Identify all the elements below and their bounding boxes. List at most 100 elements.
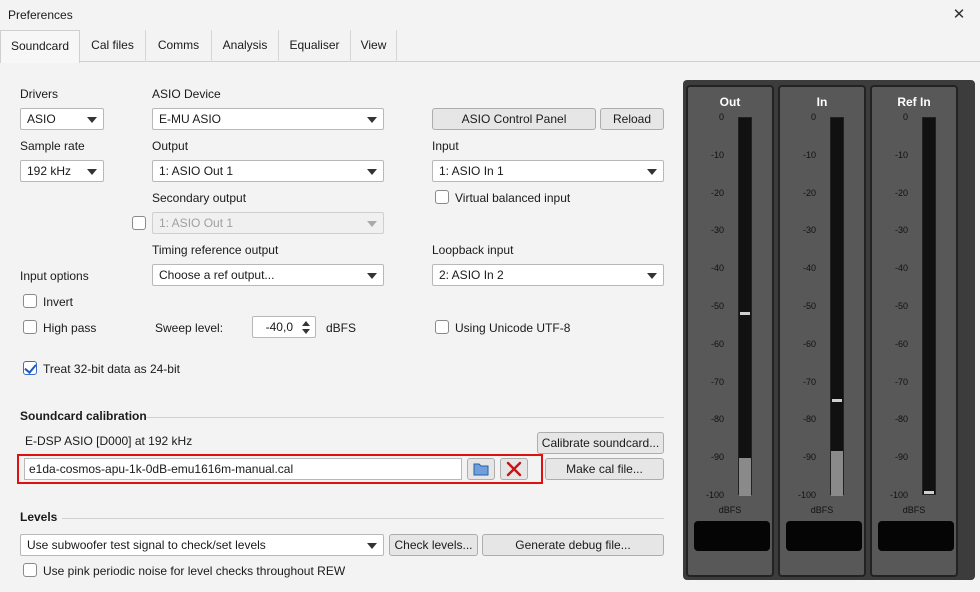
tab-comms[interactable]: Comms bbox=[146, 30, 212, 62]
window-title: Preferences bbox=[8, 8, 73, 22]
levels-mode-value: Use subwoofer test signal to check/set l… bbox=[27, 538, 266, 552]
chevron-down-icon bbox=[647, 273, 657, 279]
meter-scale-tick: -100 bbox=[705, 490, 724, 500]
input-select[interactable]: 1: ASIO In 1 bbox=[432, 160, 664, 182]
meter-scale-tick: -60 bbox=[894, 338, 908, 349]
meter-in: In 0 -10 -20 -30 -40 -50 -60 -70 -80 -90 -100 dBFS bbox=[778, 85, 866, 577]
sample-rate-label: Sample rate bbox=[20, 139, 85, 153]
meter-scale-tick: -100 bbox=[797, 490, 816, 500]
tab-view[interactable]: View bbox=[351, 30, 397, 62]
tab-analysis[interactable]: Analysis bbox=[212, 30, 279, 62]
asio-control-panel-button[interactable]: ASIO Control Panel bbox=[432, 108, 596, 130]
meter-scale-tick: -100 bbox=[889, 490, 908, 500]
meter-scale-tick: -80 bbox=[710, 414, 724, 425]
secondary-output-value: 1: ASIO Out 1 bbox=[159, 216, 234, 230]
meter-readout bbox=[878, 521, 954, 551]
chevron-down-icon bbox=[367, 543, 377, 549]
clear-file-button[interactable] bbox=[500, 458, 528, 480]
meter-readout bbox=[694, 521, 770, 551]
reload-button[interactable]: Reload bbox=[600, 108, 664, 130]
pink-noise-checkbox[interactable] bbox=[23, 563, 37, 577]
calibration-header: Soundcard calibration bbox=[20, 409, 147, 423]
invert-label: Invert bbox=[43, 295, 74, 309]
close-icon[interactable]: ✕ bbox=[944, 4, 974, 26]
asio-device-select[interactable]: E-MU ASIO bbox=[152, 108, 384, 130]
chevron-down-icon bbox=[367, 169, 377, 175]
meter-scale-tick: -40 bbox=[894, 263, 908, 274]
asio-device-label: ASIO Device bbox=[152, 87, 221, 101]
secondary-output-checkbox[interactable] bbox=[132, 216, 146, 230]
output-select[interactable]: 1: ASIO Out 1 bbox=[152, 160, 384, 182]
high-pass-checkbox[interactable] bbox=[23, 320, 37, 334]
chevron-down-icon bbox=[87, 117, 97, 123]
meter-scale-tick: -70 bbox=[894, 376, 908, 387]
tab-cal-files[interactable]: Cal files bbox=[80, 30, 146, 62]
sweep-level-spinner[interactable]: -40,0 bbox=[252, 316, 316, 338]
meter-unit-label: dBFS bbox=[810, 505, 834, 515]
make-cal-file-button[interactable]: Make cal file... bbox=[545, 458, 664, 480]
meter-scale-tick: -90 bbox=[894, 452, 908, 463]
unicode-checkbox[interactable] bbox=[435, 320, 449, 334]
input-options-label: Input options bbox=[20, 269, 89, 283]
meter-scale-tick: -50 bbox=[802, 301, 816, 311]
meter-out: Out 0 -10 -20 -30 -40 -50 -60 -70 -80 -90 -100 dBFS bbox=[686, 85, 774, 577]
secondary-output-label: Secondary output bbox=[152, 191, 247, 205]
drivers-label: Drivers bbox=[20, 87, 58, 101]
sample-rate-value: 192 kHz bbox=[27, 164, 72, 178]
meter-scale-tick: -70 bbox=[710, 376, 724, 387]
meter-scale-tick: 0 bbox=[902, 112, 908, 122]
asio-device-value: E-MU ASIO bbox=[159, 112, 222, 126]
meter-scale-tick: -60 bbox=[710, 338, 724, 349]
high-pass-label: High pass bbox=[43, 321, 97, 335]
drivers-select[interactable]: ASIO bbox=[20, 108, 104, 130]
meter-scale-tick: -10 bbox=[802, 149, 816, 160]
meter-scale-tick: -20 bbox=[802, 187, 816, 198]
meter-scale-tick: -80 bbox=[894, 414, 908, 425]
meter-track bbox=[830, 117, 844, 496]
spinner-down-icon[interactable] bbox=[302, 329, 310, 334]
meter-title: Out bbox=[719, 95, 741, 109]
chevron-down-icon bbox=[367, 273, 377, 279]
sample-rate-select[interactable]: 192 kHz bbox=[20, 160, 104, 182]
tab-equaliser[interactable]: Equaliser bbox=[279, 30, 351, 62]
title-bar bbox=[0, 0, 980, 30]
check-levels-button[interactable]: Check levels... bbox=[389, 534, 478, 556]
spinner-up-icon[interactable] bbox=[302, 321, 310, 326]
meter-title: Ref In bbox=[897, 95, 931, 109]
loopback-select[interactable]: 2: ASIO In 2 bbox=[432, 264, 664, 286]
levels-mode-select[interactable]: Use subwoofer test signal to check/set l… bbox=[20, 534, 384, 556]
treat-32bit-label: Treat 32-bit data as 24-bit bbox=[43, 362, 180, 376]
meter-scale-tick: -40 bbox=[710, 263, 724, 274]
close-icon bbox=[506, 461, 522, 477]
chevron-down-icon bbox=[367, 117, 377, 123]
timing-ref-select[interactable]: Choose a ref output... bbox=[152, 264, 384, 286]
levels-header: Levels bbox=[20, 510, 58, 524]
chevron-down-icon bbox=[647, 169, 657, 175]
calibration-separator bbox=[146, 417, 664, 418]
tab-soundcard[interactable]: Soundcard bbox=[0, 30, 80, 63]
unicode-label: Using Unicode UTF-8 bbox=[455, 321, 571, 335]
meter-scale-tick: -70 bbox=[802, 376, 816, 387]
calibration-device: E-DSP ASIO [D000] at 192 kHz bbox=[25, 434, 193, 448]
generate-debug-button[interactable]: Generate debug file... bbox=[482, 534, 664, 556]
meter-scale-tick: -40 bbox=[802, 263, 816, 274]
meter-level-fill bbox=[831, 450, 843, 496]
meter-peak-marker bbox=[832, 398, 842, 402]
calibrate-soundcard-button[interactable]: Calibrate soundcard... bbox=[537, 432, 664, 454]
invert-checkbox[interactable] bbox=[23, 294, 37, 308]
output-value: 1: ASIO Out 1 bbox=[159, 164, 234, 178]
browse-folder-button[interactable] bbox=[467, 458, 495, 480]
treat-32bit-checkbox[interactable] bbox=[23, 361, 37, 375]
input-label: Input bbox=[432, 139, 459, 153]
output-label: Output bbox=[152, 139, 189, 153]
meter-scale-tick: -90 bbox=[710, 452, 724, 463]
loopback-value: 2: ASIO In 2 bbox=[439, 268, 504, 282]
meter-peak-marker bbox=[924, 491, 934, 495]
virtual-balanced-checkbox[interactable] bbox=[435, 190, 449, 204]
cal-file-field[interactable]: e1da-cosmos-apu-1k-0dB-emu1616m-manual.c… bbox=[24, 458, 462, 480]
drivers-value: ASIO bbox=[27, 112, 56, 126]
tab-bar: Soundcard Cal files Comms Analysis Equal… bbox=[0, 30, 980, 63]
levels-separator bbox=[62, 518, 664, 519]
meter-readout bbox=[786, 521, 862, 551]
meter-level-fill bbox=[739, 458, 751, 496]
